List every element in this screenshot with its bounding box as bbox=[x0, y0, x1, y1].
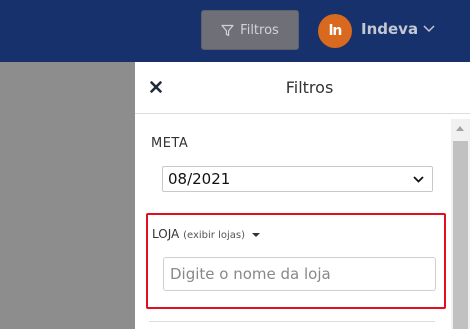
filters-panel: Filtros META 08/2021 LOJA (exibir lojas) bbox=[135, 62, 470, 329]
funnel-icon bbox=[221, 24, 234, 36]
filters-panel-title: Filtros bbox=[285, 78, 334, 97]
page-overlay[interactable] bbox=[0, 62, 135, 329]
brand-logo[interactable]: ln bbox=[318, 14, 352, 48]
top-navigation-bar: Filtros ln Indeva bbox=[0, 0, 470, 62]
caret-down-icon[interactable] bbox=[251, 232, 260, 237]
panel-scrollbar[interactable] bbox=[451, 119, 470, 329]
loja-label: LOJA (exibir lojas) bbox=[152, 227, 260, 241]
store-search-field bbox=[163, 257, 436, 291]
filters-panel-header: Filtros bbox=[135, 62, 470, 114]
chevron-down-icon[interactable] bbox=[423, 25, 435, 33]
chevron-down-icon bbox=[413, 176, 424, 183]
meta-select-value: 08/2021 bbox=[168, 170, 231, 188]
section-divider bbox=[149, 321, 435, 322]
meta-select[interactable]: 08/2021 bbox=[162, 166, 433, 192]
scroll-up-icon[interactable] bbox=[456, 126, 464, 131]
meta-label: META bbox=[151, 136, 189, 151]
filters-button-label: Filtros bbox=[240, 22, 279, 38]
loja-label-text: LOJA bbox=[152, 227, 180, 241]
store-search-input[interactable] bbox=[164, 258, 435, 290]
scrollbar-thumb[interactable] bbox=[453, 141, 468, 329]
filters-button[interactable]: Filtros bbox=[201, 10, 299, 50]
show-stores-toggle[interactable]: (exibir lojas) bbox=[183, 230, 245, 241]
loja-filter-section: LOJA (exibir lojas) bbox=[146, 213, 446, 309]
indeva-logo: ln bbox=[328, 23, 343, 39]
account-name[interactable]: Indeva bbox=[361, 20, 418, 38]
